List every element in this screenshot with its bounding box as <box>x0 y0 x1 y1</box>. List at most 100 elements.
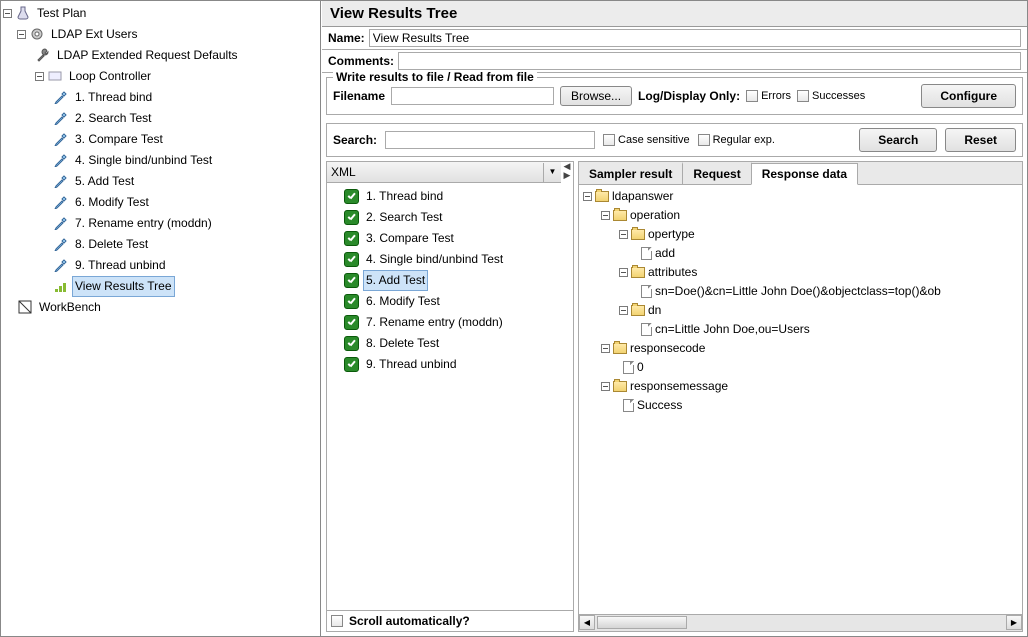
toggle-icon[interactable] <box>3 9 12 18</box>
tree-node-sampler[interactable]: 4. Single bind/unbind Test <box>3 150 320 171</box>
toggle-icon[interactable] <box>601 211 610 220</box>
result-item[interactable]: 3. Compare Test <box>330 228 570 249</box>
result-item[interactable]: 8. Delete Test <box>330 333 570 354</box>
dropper-icon <box>53 153 69 169</box>
toggle-icon[interactable] <box>619 306 628 315</box>
splitter-handle[interactable]: ◀▶ <box>561 162 573 183</box>
result-item[interactable]: 2. Search Test <box>330 207 570 228</box>
file-icon <box>641 285 652 298</box>
toggle-icon[interactable] <box>601 382 610 391</box>
xml-node[interactable]: opertype <box>581 225 1020 244</box>
filename-input[interactable] <box>391 87 554 105</box>
toggle-icon[interactable] <box>35 72 44 81</box>
tree-node-sampler[interactable]: 7. Rename entry (moddn) <box>3 213 320 234</box>
toggle-icon[interactable] <box>583 192 592 201</box>
tree-label: LDAP Ext Users <box>48 24 140 45</box>
tree-label: View Results Tree <box>72 276 175 297</box>
gear-icon <box>29 27 45 43</box>
toggle-icon[interactable] <box>601 344 610 353</box>
tab-sampler-result[interactable]: Sampler result <box>579 162 683 184</box>
configure-button[interactable]: Configure <box>921 84 1016 108</box>
scroll-thumb[interactable] <box>597 616 687 629</box>
checkbox-label: Regular exp. <box>713 134 775 146</box>
result-item[interactable]: 7. Rename entry (moddn) <box>330 312 570 333</box>
scroll-left-button[interactable]: ◀ <box>579 615 595 630</box>
tree-node-sampler[interactable]: 1. Thread bind <box>3 87 320 108</box>
xml-leaf[interactable]: Success <box>581 396 1020 415</box>
search-button[interactable]: Search <box>859 128 937 152</box>
tree-label: 9. Thread unbind <box>72 255 169 276</box>
toggle-icon[interactable] <box>619 268 628 277</box>
xml-node[interactable]: ldapanswer <box>581 187 1020 206</box>
regular-exp-checkbox[interactable]: Regular exp. <box>698 134 775 146</box>
tab-request[interactable]: Request <box>683 162 751 184</box>
successes-checkbox[interactable]: Successes <box>797 90 865 102</box>
result-item[interactable]: 9. Thread unbind <box>330 354 570 375</box>
checkbox-label: Case sensitive <box>618 134 690 146</box>
dropper-icon <box>53 195 69 211</box>
result-label: 9. Thread unbind <box>363 354 460 375</box>
browse-button[interactable]: Browse... <box>560 86 632 106</box>
tree-label: 7. Rename entry (moddn) <box>72 213 215 234</box>
check-icon <box>344 273 359 288</box>
tree-node-sampler[interactable]: 3. Compare Test <box>3 129 320 150</box>
xml-node[interactable]: dn <box>581 301 1020 320</box>
tree-node-view-results-tree[interactable]: View Results Tree <box>3 276 320 297</box>
write-results-title: Write results to file / Read from file <box>333 70 537 84</box>
wrench-icon <box>35 48 51 64</box>
name-input[interactable] <box>369 29 1021 47</box>
xml-leaf[interactable]: sn=Doe()&cn=Little John Doe()&objectclas… <box>581 282 1020 301</box>
tree-node-workbench[interactable]: WorkBench <box>3 297 320 318</box>
renderer-dropdown[interactable]: XML ▼ <box>327 162 561 183</box>
tree-label: 6. Modify Test <box>72 192 152 213</box>
tree-node-loop[interactable]: Loop Controller <box>3 66 320 87</box>
xml-leaf[interactable]: cn=Little John Doe,ou=Users <box>581 320 1020 339</box>
reset-button[interactable]: Reset <box>945 128 1016 152</box>
result-item[interactable]: 5. Add Test <box>330 270 570 291</box>
tree-label: Test Plan <box>34 3 89 24</box>
case-sensitive-checkbox[interactable]: Case sensitive <box>603 134 690 146</box>
folder-icon <box>613 210 627 221</box>
folder-icon <box>613 343 627 354</box>
scroll-right-button[interactable]: ▶ <box>1006 615 1022 630</box>
chevron-down-icon: ▼ <box>543 163 561 182</box>
result-label: 8. Delete Test <box>363 333 442 354</box>
toggle-icon[interactable] <box>619 230 628 239</box>
loop-icon <box>47 69 63 85</box>
tree-node-sampler[interactable]: 9. Thread unbind <box>3 255 320 276</box>
tree-label: LDAP Extended Request Defaults <box>54 45 241 66</box>
check-icon <box>344 231 359 246</box>
result-item[interactable]: 4. Single bind/unbind Test <box>330 249 570 270</box>
folder-icon <box>631 267 645 278</box>
checkbox-icon <box>603 134 615 146</box>
tree-node-test-plan[interactable]: Test Plan <box>3 3 320 24</box>
comments-input[interactable] <box>398 52 1021 70</box>
tree-node-sampler[interactable]: 2. Search Test <box>3 108 320 129</box>
result-item[interactable]: 1. Thread bind <box>330 186 570 207</box>
xml-node[interactable]: responsemessage <box>581 377 1020 396</box>
checkbox-label: Errors <box>761 90 791 102</box>
tree-node-sampler[interactable]: 5. Add Test <box>3 171 320 192</box>
tree-node-ldap-defaults[interactable]: LDAP Extended Request Defaults <box>3 45 320 66</box>
xml-label: Success <box>637 396 682 415</box>
xml-label: responsecode <box>630 339 705 358</box>
xml-node[interactable]: responsecode <box>581 339 1020 358</box>
xml-leaf[interactable]: add <box>581 244 1020 263</box>
tree-node-sampler[interactable]: 8. Delete Test <box>3 234 320 255</box>
xml-node[interactable]: attributes <box>581 263 1020 282</box>
search-input[interactable] <box>385 131 595 149</box>
name-label: Name: <box>328 31 365 45</box>
toggle-icon[interactable] <box>17 30 26 39</box>
errors-checkbox[interactable]: Errors <box>746 90 791 102</box>
folder-icon <box>631 229 645 240</box>
tree-node-ldap-ext[interactable]: LDAP Ext Users <box>3 24 320 45</box>
file-icon <box>623 399 634 412</box>
result-item[interactable]: 6. Modify Test <box>330 291 570 312</box>
scroll-auto-checkbox[interactable] <box>331 615 343 627</box>
horizontal-scrollbar[interactable]: ◀ ▶ <box>579 614 1022 631</box>
tab-response-data[interactable]: Response data <box>751 163 858 185</box>
xml-leaf[interactable]: 0 <box>581 358 1020 377</box>
tree-node-sampler[interactable]: 6. Modify Test <box>3 192 320 213</box>
response-tree: ldapanswer operation opertype add attrib… <box>579 185 1022 614</box>
xml-node[interactable]: operation <box>581 206 1020 225</box>
